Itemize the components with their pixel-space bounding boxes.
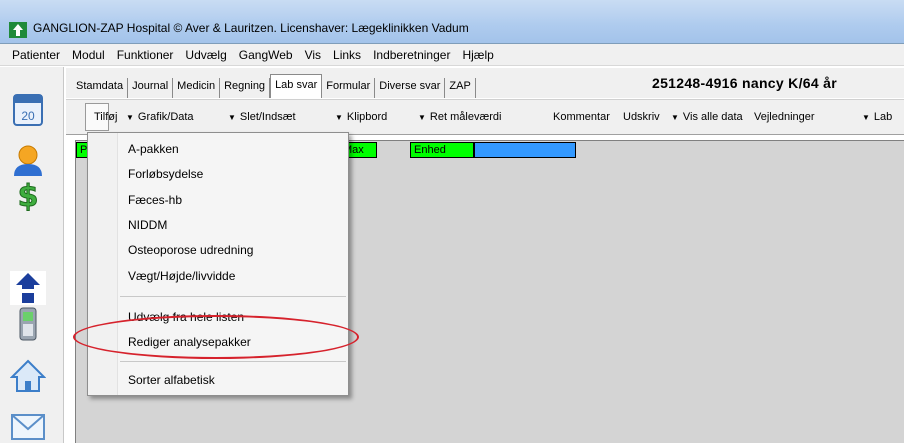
- tab-stamdata[interactable]: Stamdata: [72, 78, 129, 98]
- module-tabs: Stamdata Journal Medicin Regning Lab sva…: [66, 68, 904, 98]
- ganglion-zap-icon: [9, 22, 27, 38]
- svg-text:$: $: [18, 179, 39, 211]
- tab-diverse-svar[interactable]: Diverse svar: [375, 78, 446, 98]
- menu-item-faeces-hb[interactable]: Fæces-hb: [128, 193, 182, 207]
- menu-indberetninger[interactable]: Indberetninger: [367, 48, 456, 62]
- slet-indsaet-button[interactable]: ▼ Slet/Indsæt: [228, 111, 296, 123]
- dollar-icon[interactable]: $: [10, 177, 46, 212]
- menu-links[interactable]: Links: [327, 48, 367, 62]
- chevron-down-icon: ▼: [862, 113, 870, 122]
- ret-maalevaerdi-button[interactable]: ▼ Ret måleværdi: [418, 111, 501, 123]
- menu-item-osteoporose-udredning[interactable]: Osteoporose udredning: [128, 243, 253, 257]
- left-icon-bar: 20 $: [0, 67, 64, 443]
- tab-medicin[interactable]: Medicin: [173, 78, 221, 98]
- tab-lab-svar[interactable]: Lab svar: [270, 74, 323, 98]
- mail-icon[interactable]: [10, 407, 46, 441]
- vejledninger-button[interactable]: Vejledninger: [754, 111, 815, 123]
- calendar-day: 20: [21, 109, 35, 123]
- ret-maalevaerdi-label: Ret måleværdi: [429, 111, 502, 123]
- vis-alle-data-button[interactable]: ▼ Vis alle data: [671, 111, 743, 123]
- window-titlebar: GANGLION-ZAP Hospital © Aver & Lauritzen…: [0, 0, 904, 44]
- lab-button[interactable]: ▼ Lab: [862, 111, 892, 123]
- menu-gangweb[interactable]: GangWeb: [233, 48, 299, 62]
- phone-icon[interactable]: [10, 307, 46, 341]
- chevron-down-icon: ▼: [228, 113, 236, 122]
- klipbord-label: Klipbord: [346, 111, 388, 123]
- kommentar-button[interactable]: Kommentar: [553, 111, 610, 123]
- patient-header: 251248-4916 nancy K/64 år: [652, 75, 837, 91]
- tilfoej-button[interactable]: Tilføj: [94, 111, 117, 123]
- lab-label: Lab: [873, 111, 893, 123]
- menu-vis[interactable]: Vis: [299, 48, 327, 62]
- grafik-data-label: Grafik/Data: [137, 111, 194, 123]
- chevron-down-icon: ▼: [418, 113, 426, 122]
- menu-item-a-pakken[interactable]: A-pakken: [128, 142, 179, 156]
- user-icon[interactable]: [10, 143, 46, 177]
- menu-item-sorter-alfabetisk[interactable]: Sorter alfabetisk: [128, 373, 215, 387]
- menu-hjaelp[interactable]: Hjælp: [456, 48, 499, 62]
- tab-journal[interactable]: Journal: [128, 78, 174, 98]
- vis-alle-data-label: Vis alle data: [682, 111, 743, 123]
- grafik-data-button[interactable]: ▼ Grafik/Data: [126, 111, 194, 123]
- tab-regning[interactable]: Regning: [220, 78, 271, 98]
- menu-udvaelg[interactable]: Udvælg: [179, 48, 232, 62]
- home-icon[interactable]: [10, 359, 46, 393]
- menu-item-vaegt-hoejde-livvidde[interactable]: Vægt/Højde/livvidde: [128, 269, 235, 283]
- chevron-down-icon: ▼: [126, 113, 134, 122]
- calendar-icon[interactable]: 20: [10, 93, 46, 127]
- menu-patienter[interactable]: Patienter: [6, 48, 66, 62]
- menu-item-niddm[interactable]: NIDDM: [128, 218, 167, 232]
- menu-item-forloebsydelse[interactable]: Forløbsydelse: [128, 167, 203, 181]
- tab-zap[interactable]: ZAP: [445, 78, 476, 98]
- menu-funktioner[interactable]: Funktioner: [111, 48, 180, 62]
- menu-modul[interactable]: Modul: [66, 48, 111, 62]
- lab-toolbar: Tilføj ▼ Grafik/Data ▼ Slet/Indsæt ▼ Klipbo…: [66, 99, 904, 135]
- window-title: GANGLION-ZAP Hospital © Aver & Lauritzen…: [33, 21, 469, 35]
- menu-separator: [120, 361, 346, 362]
- menubar: Patienter Modul Funktioner Udvælg GangWe…: [0, 44, 904, 66]
- annotation-ellipse: [73, 315, 359, 359]
- ganglion-logo-icon[interactable]: [10, 271, 46, 305]
- tab-formular[interactable]: Formular: [322, 78, 376, 98]
- udskriv-button[interactable]: Udskriv: [623, 111, 660, 123]
- grid-header-enhed[interactable]: Enhed: [410, 142, 474, 158]
- grid-header-selected[interactable]: [474, 142, 576, 158]
- chevron-down-icon: ▼: [671, 113, 679, 122]
- chevron-down-icon: ▼: [335, 113, 343, 122]
- slet-indsaet-label: Slet/Indsæt: [239, 111, 296, 123]
- klipbord-button[interactable]: ▼ Klipbord: [335, 111, 387, 123]
- menu-separator: [120, 296, 346, 297]
- menu-gutter: [88, 133, 118, 395]
